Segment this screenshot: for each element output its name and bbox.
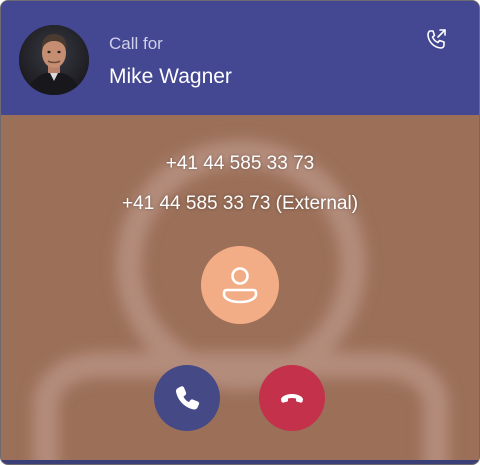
call-for-label: Call for [109, 34, 163, 53]
decline-call-button[interactable] [259, 365, 325, 431]
caller-avatar [19, 25, 89, 95]
caller-number: +41 44 585 33 73 [165, 153, 315, 174]
incoming-call-window: Call for Mike Wagner +41 44 585 33 73 +4… [0, 0, 480, 465]
window-bottom-border [1, 460, 479, 464]
call-body: +41 44 585 33 73 +41 44 585 33 73 (Exter… [1, 115, 479, 464]
call-header: Call for Mike Wagner [1, 1, 479, 115]
accept-call-button[interactable] [154, 365, 220, 431]
hang-up-icon [281, 394, 303, 403]
phone-icon [175, 386, 200, 410]
phone-forward-icon[interactable] [419, 23, 453, 57]
caller-number-external: +41 44 585 33 73 (External) [121, 193, 359, 214]
caller-name: Mike Wagner [109, 65, 232, 88]
person-icon [201, 246, 279, 324]
